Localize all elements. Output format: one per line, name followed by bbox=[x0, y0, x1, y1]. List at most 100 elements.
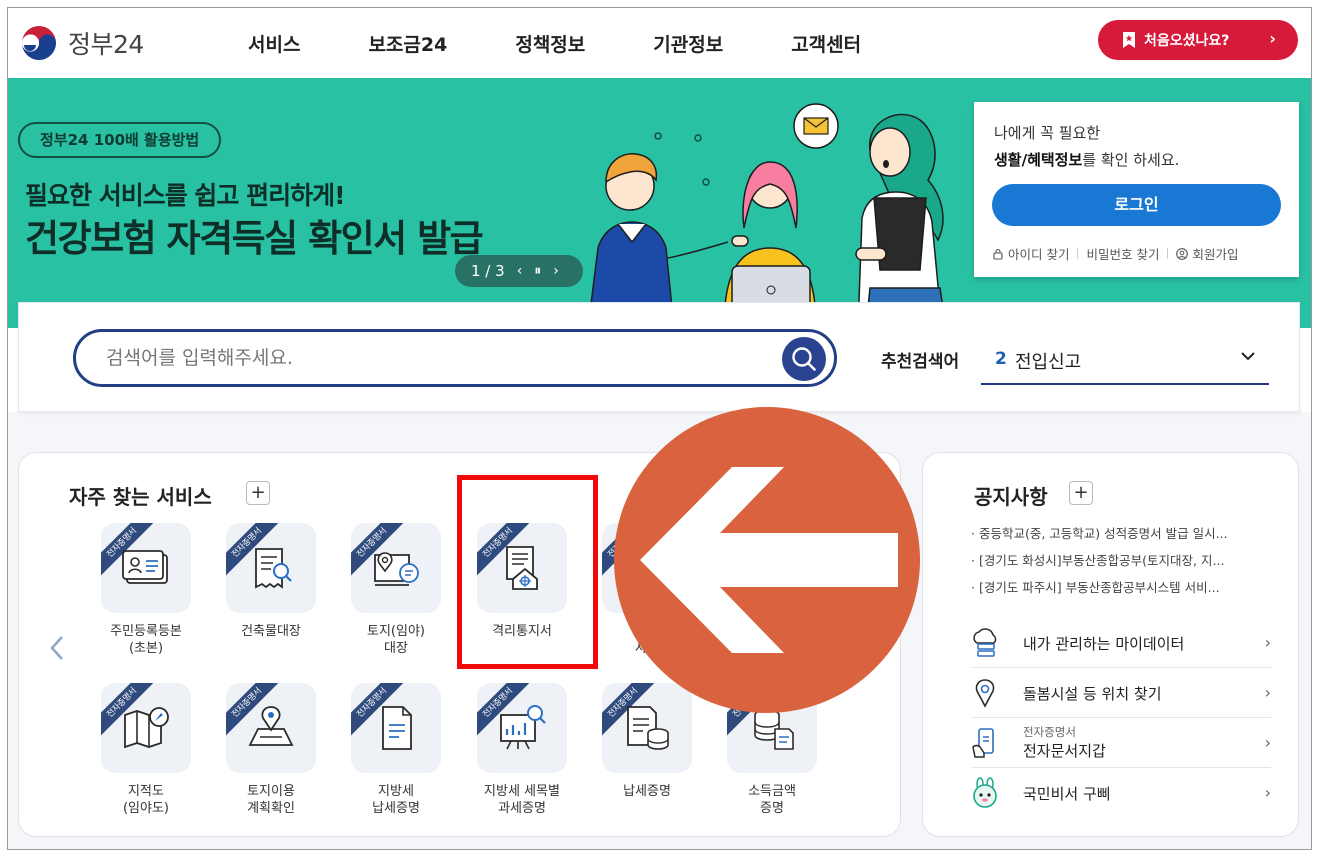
service-label-line1: 토지(임야) bbox=[367, 624, 425, 639]
login-box: 나에게 꼭 필요한 생활/혜택정보를 확인 하세요. 로그인 아이디 찾기 비밀… bbox=[974, 102, 1299, 277]
service-resident-registration[interactable]: 전자증명서 주민등록등본 (초본) bbox=[86, 523, 206, 657]
service-label-line2: 과세증명 bbox=[498, 801, 546, 816]
recommend-label: 추천검색어 bbox=[881, 352, 960, 372]
find-password-link[interactable]: 비밀번호 찾기 bbox=[1086, 244, 1159, 263]
quick-label: 국민비서 구삐 bbox=[1023, 785, 1111, 803]
slide-pause-icon[interactable]: ⏸ bbox=[534, 263, 541, 279]
login-desc-rest: 를 확인 하세요. bbox=[1082, 151, 1180, 169]
main-nav: 서비스 보조금24 정책정보 기관정보 고객센터 bbox=[248, 30, 929, 57]
notice-list: · 중등학교(중, 고등학교) 성적증명서 발급 일시... · [경기도 화성… bbox=[971, 520, 1271, 601]
quick-label: 내가 관리하는 마이데이터 bbox=[1023, 635, 1185, 653]
notice-item-text: [경기도 파주시] 부동산종합공부시스템 서비... bbox=[978, 580, 1220, 595]
nav-subsidy24[interactable]: 보조금24 bbox=[368, 30, 447, 57]
banner-tag[interactable]: 정부24 100배 활용방법 bbox=[18, 122, 222, 158]
carousel-prev-icon[interactable] bbox=[47, 633, 67, 663]
service-label: 주민등록등본 (초본) bbox=[86, 623, 206, 657]
chevron-right-icon: › bbox=[1269, 29, 1276, 48]
slide-prev-icon[interactable]: ‹ bbox=[517, 263, 523, 279]
notice-item[interactable]: · [경기도 파주시] 부동산종합공부시스템 서비... bbox=[971, 574, 1271, 601]
search-button[interactable] bbox=[782, 337, 826, 381]
service-label-line1: 주민등록등본 bbox=[110, 624, 182, 639]
find-password-label: 비밀번호 찾기 bbox=[1086, 247, 1160, 262]
bookmark-icon bbox=[1123, 32, 1135, 48]
notice-item[interactable]: · [경기도 화성시]부동산종합공부(토지대장, 지... bbox=[971, 547, 1271, 574]
link-divider bbox=[1167, 248, 1169, 259]
site-logo[interactable]: 정부24 bbox=[18, 22, 144, 64]
service-building-register[interactable]: 전자증명서 건축물대장 bbox=[211, 523, 331, 640]
service-local-tax[interactable]: 전자증명서 지방세 납세증명 bbox=[336, 683, 456, 817]
notice-more-button[interactable]: + bbox=[1069, 481, 1093, 505]
service-land-use[interactable]: 전자증명서 토지이용 계획확인 bbox=[211, 683, 331, 817]
service-label-line1: 건축물대장 bbox=[241, 624, 301, 639]
quick-item-mydata[interactable]: 내가 관리하는 마이데이터 › bbox=[971, 618, 1271, 668]
service-label: 지적도 (임야도) bbox=[86, 783, 206, 817]
service-icon-box: 전자증명서 bbox=[226, 523, 316, 613]
notice-title: 공지사항 bbox=[974, 485, 1048, 509]
service-label-line2: 납세증명 bbox=[372, 801, 420, 816]
service-tax-by-item[interactable]: 전자증명서 지방세 세목별 과세증명 bbox=[462, 683, 582, 817]
main-banner[interactable]: 정부24 100배 활용방법 필요한 서비스를 쉽고 편리하게! 건강보험 자격… bbox=[8, 78, 1311, 328]
recommend-dropdown[interactable]: 2 전입신고 bbox=[981, 339, 1269, 385]
logo-text: 정부24 bbox=[68, 30, 144, 59]
service-label: 건축물대장 bbox=[211, 623, 331, 640]
service-label: 지방세 납세증명 bbox=[336, 783, 456, 817]
local-tax-icon bbox=[382, 706, 412, 750]
recommend-value: 전입신고 bbox=[1015, 352, 1082, 373]
service-icon-box: 전자증명서 bbox=[101, 683, 191, 773]
slide-next-icon[interactable]: › bbox=[553, 263, 559, 279]
search-input[interactable] bbox=[106, 344, 746, 372]
cadastral-map-icon bbox=[124, 707, 169, 749]
first-visit-button[interactable]: 처음오셨나요? › bbox=[1098, 20, 1298, 60]
service-label-line2: 대장 bbox=[384, 641, 408, 656]
service-icon-box: 전자증명서 bbox=[226, 683, 316, 773]
notice-item-text: [경기도 화성시]부동산종합공부(토지대장, 지... bbox=[978, 553, 1225, 568]
quick-item-gubbi[interactable]: 국민비서 구삐 › bbox=[971, 768, 1271, 818]
service-label: 토지(임야) 대장 bbox=[336, 623, 456, 657]
banner-subtitle: 필요한 서비스를 쉽고 편리하게! bbox=[25, 181, 346, 210]
chevron-right-icon: › bbox=[1264, 783, 1271, 802]
login-desc-line2: 생활/혜택정보를 확인 하세요. bbox=[994, 149, 1179, 170]
search-bar bbox=[73, 329, 837, 387]
service-label-line2: 증명 bbox=[760, 801, 784, 816]
notice-item[interactable]: · 중등학교(중, 고등학교) 성적증명서 발급 일시... bbox=[971, 520, 1271, 547]
tax-chart-icon bbox=[500, 705, 546, 750]
land-register-icon bbox=[374, 552, 419, 586]
site-header: 정부24 서비스 보조금24 정책정보 기관정보 고객센터 처음오셨나요? › bbox=[8, 8, 1311, 78]
slide-controls: 1 / 3 ‹ ⏸ › bbox=[455, 255, 583, 287]
signup-link[interactable]: 회원가입 bbox=[1176, 244, 1238, 263]
recommend-rank: 2 bbox=[995, 349, 1007, 369]
search-section: 추천검색어 2 전입신고 bbox=[18, 302, 1300, 412]
quick-item-care-facility[interactable]: 돌봄시설 등 위치 찾기 › bbox=[971, 668, 1271, 718]
service-land-register[interactable]: 전자증명서 토지(임야) 대장 bbox=[336, 523, 456, 657]
taegeuk-logo-icon bbox=[20, 24, 58, 62]
service-label: 토지이용 계획확인 bbox=[211, 783, 331, 817]
nav-agency-info[interactable]: 기관정보 bbox=[653, 30, 723, 57]
service-label: 지방세 세목별 과세증명 bbox=[462, 783, 582, 817]
id-card-icon bbox=[122, 550, 168, 584]
link-divider bbox=[1077, 248, 1079, 259]
login-links: 아이디 찾기 비밀번호 찾기 회원가입 bbox=[992, 244, 1238, 263]
quick-item-doc-wallet[interactable]: 전자증명서 전자문서지갑 › bbox=[971, 718, 1271, 768]
first-visit-label: 처음오셨나요? bbox=[1144, 33, 1230, 49]
cloud-data-icon bbox=[973, 628, 997, 657]
slide-counter: 1 / 3 bbox=[471, 262, 505, 280]
services-more-button[interactable]: + bbox=[246, 481, 270, 505]
nav-customer-center[interactable]: 고객센터 bbox=[791, 30, 861, 57]
building-register-icon bbox=[255, 548, 292, 589]
chevron-right-icon: › bbox=[1264, 633, 1271, 652]
banner-title: 건강보험 자격득실 확인서 발급 bbox=[25, 217, 484, 260]
highlight-box bbox=[457, 475, 598, 669]
rabbit-mascot-icon bbox=[973, 777, 997, 808]
services-title: 자주 찾는 서비스 bbox=[69, 485, 212, 509]
chevron-right-icon: › bbox=[1264, 733, 1271, 752]
chevron-down-icon bbox=[1241, 352, 1255, 361]
find-id-link[interactable]: 아이디 찾기 bbox=[992, 244, 1069, 263]
service-label-line1: 납세증명 bbox=[623, 784, 671, 799]
service-cadastral-map[interactable]: 전자증명서 지적도 (임야도) bbox=[86, 683, 206, 817]
service-icon-box: 전자증명서 bbox=[101, 523, 191, 613]
phone-wallet-icon bbox=[972, 728, 994, 758]
nav-services[interactable]: 서비스 bbox=[248, 30, 300, 57]
login-button[interactable]: 로그인 bbox=[992, 184, 1281, 226]
nav-policy-info[interactable]: 정책정보 bbox=[515, 30, 585, 57]
service-label-line1: 토지이용 bbox=[247, 784, 295, 799]
